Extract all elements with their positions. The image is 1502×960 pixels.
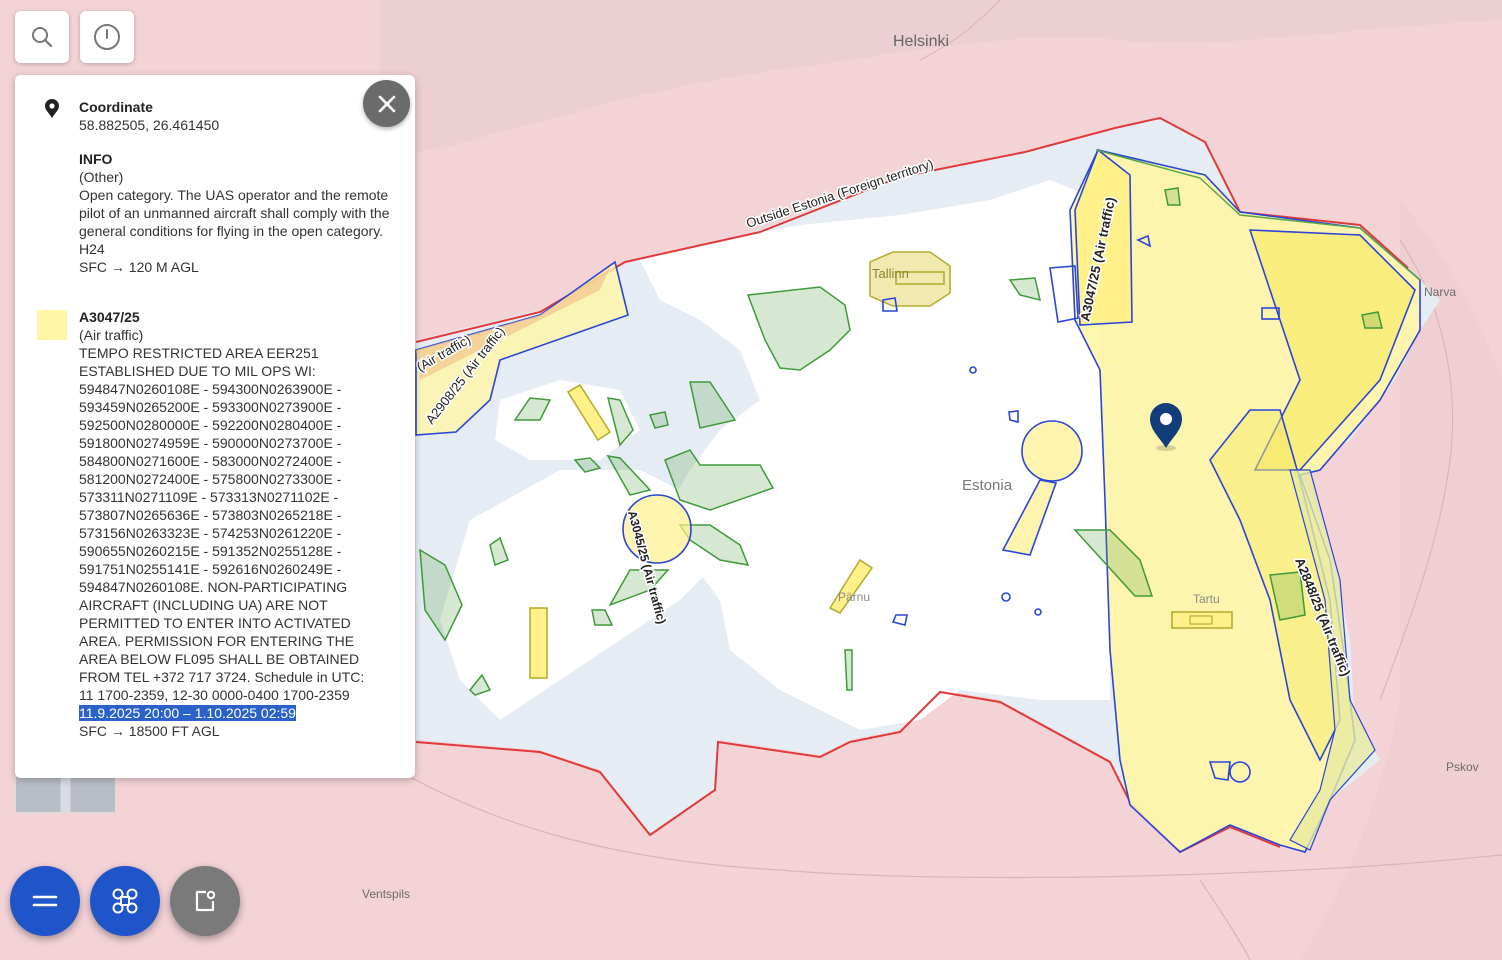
export-icon (195, 890, 216, 912)
info-schedule: H24 (79, 241, 105, 257)
city-label-ventspils: Ventspils (362, 887, 411, 901)
menu-icon (32, 895, 58, 907)
notam-validity[interactable]: 11.9.2025 20:00 – 1.10.2025 02:59 (79, 705, 296, 721)
coordinate-section: Coordinate 58.882505, 26.461450 (79, 98, 399, 134)
search-icon (32, 27, 53, 48)
city-label-parnu: Pärnu (838, 590, 871, 604)
city-label-narva: Narva (1424, 285, 1457, 299)
city-label-pskov: Pskov (1446, 760, 1479, 774)
info-category: (Other) (79, 169, 124, 185)
basemap-thumbnail[interactable] (15, 776, 116, 813)
drone-icon (112, 888, 138, 914)
notam-title: A3047/25 (79, 309, 140, 325)
info-altitude: SFC → 120 M AGL (79, 259, 199, 275)
export-button[interactable] (170, 866, 240, 936)
search-button[interactable] (15, 11, 69, 63)
notam-color-swatch (37, 310, 67, 340)
notam-section: A3047/25 (Air traffic) TEMPO RESTRICTED … (79, 308, 379, 740)
coordinate-title: Coordinate (79, 99, 153, 115)
notam-altitude: SFC → 18500 FT AGL (79, 723, 220, 739)
location-pin-icon (45, 99, 59, 118)
info-description: Open category. The UAS operator and the … (79, 187, 390, 239)
time-button[interactable] (80, 11, 134, 63)
menu-button[interactable] (10, 866, 80, 936)
country-label-estonia: Estonia (962, 477, 1013, 494)
city-label-tartu: Tartu (1193, 592, 1220, 606)
drone-button[interactable] (90, 866, 160, 936)
clock-icon (94, 24, 120, 50)
info-title: INFO (79, 151, 113, 167)
info-panel: Coordinate 58.882505, 26.461450 INFO (Ot… (15, 75, 415, 778)
notam-category: (Air traffic) (79, 327, 144, 343)
info-section: INFO (Other) Open category. The UAS oper… (79, 150, 399, 276)
city-label-helsinki: Helsinki (893, 33, 950, 50)
close-icon (378, 95, 395, 112)
notam-description: TEMPO RESTRICTED AREA EER251 ESTABLISHED… (79, 345, 365, 703)
coordinate-value: 58.882505, 26.461450 (79, 117, 220, 133)
city-label-tallinn: Tallinn (872, 266, 909, 281)
close-panel-button[interactable] (363, 80, 410, 127)
